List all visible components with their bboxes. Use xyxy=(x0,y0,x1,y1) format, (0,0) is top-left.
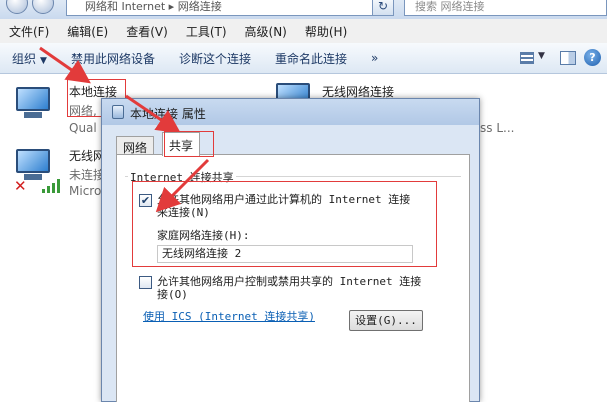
chevron-down-icon: ▼ xyxy=(40,55,47,66)
forward-icon[interactable] xyxy=(32,0,54,14)
connection-device: Qual xyxy=(69,121,97,135)
annotation-highlight-box xyxy=(164,131,214,157)
search-input[interactable]: 搜索 网络连接 xyxy=(404,0,607,16)
dialog-title: 本地连接 属性 xyxy=(130,107,206,121)
network-computer-icon xyxy=(14,85,52,121)
disable-device-button[interactable]: 禁用此网络设备 xyxy=(59,50,167,67)
signal-bars-icon xyxy=(42,179,62,193)
back-icon[interactable] xyxy=(6,0,28,14)
change-view-icon[interactable] xyxy=(520,52,534,64)
ics-help-link[interactable]: 使用 ICS (Internet 连接共享) xyxy=(143,308,315,324)
menu-tools[interactable]: 工具(T) xyxy=(177,23,236,40)
command-bar: 组织 ▼ 禁用此网络设备 诊断这个连接 重命名此连接 » ▼ ? xyxy=(0,43,607,74)
settings-button[interactable]: 设置(G)... xyxy=(349,310,423,331)
tab-network[interactable]: 网络 xyxy=(116,136,155,155)
refresh-icon[interactable]: ↻ xyxy=(372,0,394,16)
connection-name: 无线网 xyxy=(69,149,106,163)
menu-bar: 文件(F) 编辑(E) 查看(V) 工具(T) 高级(N) 帮助(H) xyxy=(0,19,607,43)
menu-file[interactable]: 文件(F) xyxy=(0,23,58,40)
dialog-title-bar[interactable]: 本地连接 属性 xyxy=(102,99,479,125)
address-input[interactable]: 网络和 Internet ▸ 网络连接 xyxy=(66,0,386,16)
menu-view[interactable]: 查看(V) xyxy=(117,23,177,40)
allow-control-option[interactable]: 允许其他网络用户控制或禁用共享的 Internet 连接 接(O) xyxy=(139,275,439,305)
network-adapter-icon xyxy=(112,105,124,119)
allow-control-checkbox[interactable] xyxy=(139,276,152,289)
allow-control-label: 允许其他网络用户控制或禁用共享的 Internet 连接 接(O) xyxy=(157,275,421,301)
rename-button[interactable]: 重命名此连接 xyxy=(263,50,359,67)
menu-help[interactable]: 帮助(H) xyxy=(296,23,356,40)
menu-edit[interactable]: 编辑(E) xyxy=(58,23,117,40)
wireless-connection-tile[interactable]: ✕ 无线网 未连接 Micro xyxy=(0,141,110,201)
connection-device: Micro xyxy=(69,184,102,198)
help-icon[interactable]: ? xyxy=(584,49,601,66)
organize-label: 组织 xyxy=(12,51,37,66)
address-bar: 网络和 Internet ▸ 网络连接 ↻ 搜索 网络连接 xyxy=(0,0,607,19)
organize-button[interactable]: 组织 ▼ xyxy=(0,50,59,67)
connection-device: ss L... xyxy=(480,121,515,135)
diagnose-button[interactable]: 诊断这个连接 xyxy=(167,50,263,67)
preview-pane-icon[interactable] xyxy=(560,51,576,65)
annotation-highlight-box xyxy=(132,181,437,267)
connection-status: 未连接 xyxy=(69,168,106,182)
more-commands-button[interactable]: » xyxy=(359,51,390,65)
allow-control-label-line1: 允许其他网络用户控制或禁用共享的 Internet 连接 xyxy=(157,275,422,288)
chevron-down-icon[interactable]: ▼ xyxy=(538,51,545,61)
disconnected-x-icon: ✕ xyxy=(14,177,27,195)
allow-control-label-line2: 接(O) xyxy=(157,288,188,301)
menu-advanced[interactable]: 高级(N) xyxy=(236,23,296,40)
